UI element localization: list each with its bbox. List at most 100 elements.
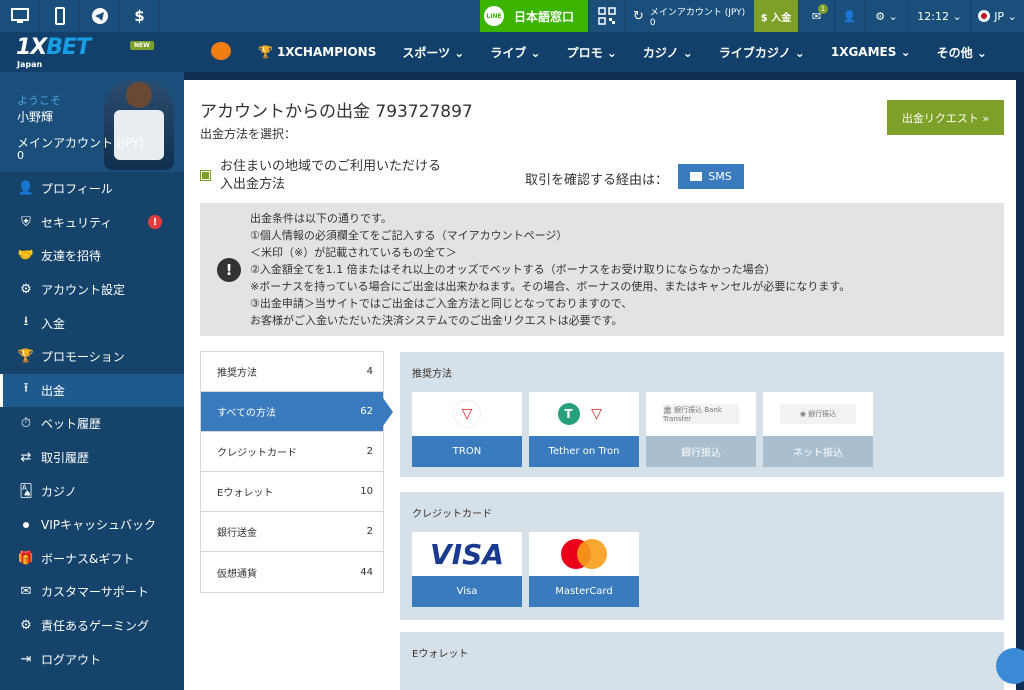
nav-item-label: ライブ	[490, 45, 527, 60]
sidebar-menu: 👤 プロフィール ⛨ セキュリティ! 🤝 友達を招待 ⚙ アカウント設定 ⭳ 入金 🏆 プロモーション…	[0, 172, 184, 676]
method-category-count: 62	[360, 406, 373, 417]
top-bar: $ LINE 日本語窓口 ↻ メインアカウント (JPY) 0 $ 入金 ✉ 1…	[0, 0, 1024, 32]
payment-card[interactable]: T ▽ Tether on Tron	[529, 392, 639, 467]
telegram-icon[interactable]	[80, 0, 120, 32]
nav-item-4[interactable]: カジノ ⌄	[643, 44, 693, 61]
line-support-button[interactable]: LINE 日本語窓口	[480, 0, 588, 32]
sidebar-item-12[interactable]: ✉ カスタマーサポート	[0, 575, 184, 609]
tron-mark: ▽	[591, 406, 602, 422]
mastercard-logo-icon	[529, 532, 639, 576]
notice-line: ③出金申請＞当サイトではご出金はご入金方法と同じとなっておりますので、	[250, 297, 633, 310]
payment-card-label: TRON	[412, 436, 522, 467]
gift-icon: 🎁	[17, 550, 35, 566]
line-icon: LINE	[484, 6, 504, 26]
account-label: メインアカウント (JPY)	[17, 136, 145, 150]
desktop-icon[interactable]	[0, 0, 40, 32]
sidebar-item-1[interactable]: ⛨ セキュリティ!	[0, 206, 184, 240]
alert-icon: !	[148, 215, 162, 230]
sidebar-item-11[interactable]: 🎁 ボーナス&ギフト	[0, 542, 184, 576]
nav-item-1[interactable]: スポーツ ⌄	[402, 44, 464, 61]
upload-icon: ⭱	[23, 381, 29, 397]
chevron-down-icon: ⌄	[790, 45, 805, 60]
main-content: アカウントからの出金 793727897 出金方法を選択： 出金リクエスト » …	[184, 80, 1016, 690]
visa-mark: VISA	[430, 537, 504, 571]
payment-card[interactable]: ▽ TRON	[412, 392, 522, 467]
sidebar-item-4[interactable]: ⭳ 入金	[0, 306, 184, 340]
nav-item-6[interactable]: 1XGAMES ⌄	[831, 45, 911, 59]
notice-line: ＜米印（※）が記載されているもの全て＞	[250, 246, 457, 259]
account-selector[interactable]: ↻ メインアカウント (JPY) 0	[624, 0, 754, 32]
line-support-label: 日本語窓口	[514, 9, 575, 24]
payment-card[interactable]: ◉ 銀行振込 ネット振込	[763, 392, 873, 467]
payment-cards: ▽ TRON T ▽ Tether on Tron 🏛 銀行振込 Bank Transfe…	[412, 392, 880, 467]
qr-code-icon[interactable]	[588, 0, 624, 32]
nav-item-7[interactable]: その他 ⌄	[937, 44, 987, 61]
sidebar-item-label: アカウント設定	[41, 283, 126, 298]
deposit-button[interactable]: $ 入金	[754, 0, 798, 32]
chevron-down-icon: ⌄	[526, 45, 541, 60]
welcome-text: ようこそ	[17, 94, 61, 107]
sidebar-item-14[interactable]: ⇥ ログアウト	[0, 642, 184, 676]
sidebar-item-5[interactable]: 🏆 プロモーション	[0, 340, 184, 374]
sidebar-item-13[interactable]: ⚙ 責任あるゲーミング	[0, 609, 184, 643]
chat-icon[interactable]	[996, 648, 1024, 684]
payment-card[interactable]: VISA Visa	[412, 532, 522, 607]
nav-item-5[interactable]: ライブカジノ ⌄	[719, 44, 805, 61]
method-category-1[interactable]: すべての方法 62	[201, 392, 393, 432]
section-title: 推奨方法	[412, 369, 452, 380]
sidebar-item-2[interactable]: 🤝 友達を招待	[0, 239, 184, 273]
method-category-4[interactable]: 銀行送金 2	[201, 512, 383, 552]
trophy-icon: 🏆	[17, 349, 35, 365]
nav-item-3[interactable]: プロモ ⌄	[567, 44, 617, 61]
sidebar-item-7[interactable]: ⏱ ベット履歴	[0, 407, 184, 441]
sidebar-item-label: 出金	[41, 383, 66, 398]
region-filter-label: お住まいの地域でのご利用いただける 入出金方法	[220, 158, 441, 194]
message-count-badge: 1	[818, 4, 828, 14]
logo[interactable]: 1XBET	[16, 35, 91, 60]
sidebar-item-label: 友達を招待	[41, 249, 102, 264]
clock-dropdown[interactable]: 12:12 ⌄	[908, 0, 970, 32]
withdrawal-request-button[interactable]: 出金リクエスト »	[887, 100, 1004, 135]
sidebar-item-label: プロフィール	[41, 182, 113, 197]
sidebar-item-3[interactable]: ⚙ アカウント設定	[0, 273, 184, 307]
refresh-icon[interactable]: ↻	[633, 9, 644, 24]
exclamation-icon: !	[217, 258, 241, 282]
chevron-down-icon: ⌄	[602, 45, 617, 60]
user-name: 小野輝	[17, 110, 54, 124]
language-selector[interactable]: JP ⌄	[970, 0, 1024, 32]
settings-button[interactable]: ⚙ ⌄	[864, 0, 908, 32]
net-transfer-logo-icon: ◉ 銀行振込	[763, 392, 873, 436]
sidebar-item-10[interactable]: VIPキャッシュバック	[0, 508, 184, 542]
page-title: アカウントからの出金 793727897	[200, 102, 473, 122]
sidebar-item-label: カジノ	[41, 484, 77, 499]
nav-item-2[interactable]: ライブ ⌄	[490, 44, 540, 61]
messages-button[interactable]: ✉ 1	[798, 0, 834, 32]
method-category-0[interactable]: 推奨方法 4	[201, 352, 383, 392]
nav-item-label: スポーツ	[402, 45, 451, 60]
mobile-icon[interactable]	[40, 0, 80, 32]
chevron-down-icon: ⌄	[896, 45, 911, 59]
sidebar-item-0[interactable]: 👤 プロフィール	[0, 172, 184, 206]
payment-card[interactable]: 🏛 銀行振込 Bank Transfer 銀行振込	[646, 392, 756, 467]
region-filter-checkbox[interactable]	[200, 170, 211, 181]
gears-icon: ⚙	[20, 618, 32, 634]
nav-item-0[interactable]: 🏆 1XCHAMPIONS	[258, 45, 376, 59]
main-nav: 1XBET Japan NEW 🏆 1XCHAMPIONS スポーツ ⌄ ライブ ⌄ プ…	[0, 32, 1024, 72]
method-category-label: クレジットカード	[217, 448, 297, 459]
method-category-list: 推奨方法 4 すべての方法 62 クレジットカード 2 Eウォレット 10 銀行送金 2 仮想通貨 4…	[200, 351, 393, 593]
method-category-5[interactable]: 仮想通貨 44	[201, 552, 383, 592]
sms-button[interactable]: SMS	[678, 164, 744, 189]
pumpkin-icon[interactable]	[211, 42, 231, 60]
notice-line: ※ボーナスを持っている場合にご出金は出来かねます。その場合、ボーナスの使用、また…	[250, 280, 851, 293]
dollar-icon[interactable]: $	[120, 0, 160, 32]
confirm-label: 取引を確認する経由は：	[525, 173, 669, 188]
method-category-3[interactable]: Eウォレット 10	[201, 472, 383, 512]
sidebar-item-9[interactable]: 🂡 カジノ	[0, 474, 184, 508]
method-category-2[interactable]: クレジットカード 2	[201, 432, 383, 472]
payment-card[interactable]: MasterCard	[529, 532, 639, 607]
user-icon[interactable]: 👤	[834, 0, 864, 32]
logo-accent: BET	[46, 35, 91, 60]
chevron-down-icon: ⌄	[948, 9, 962, 23]
sidebar-item-6[interactable]: ⭱ 出金	[0, 373, 184, 408]
sidebar-item-8[interactable]: ⇄ 取引履歴	[0, 441, 184, 475]
